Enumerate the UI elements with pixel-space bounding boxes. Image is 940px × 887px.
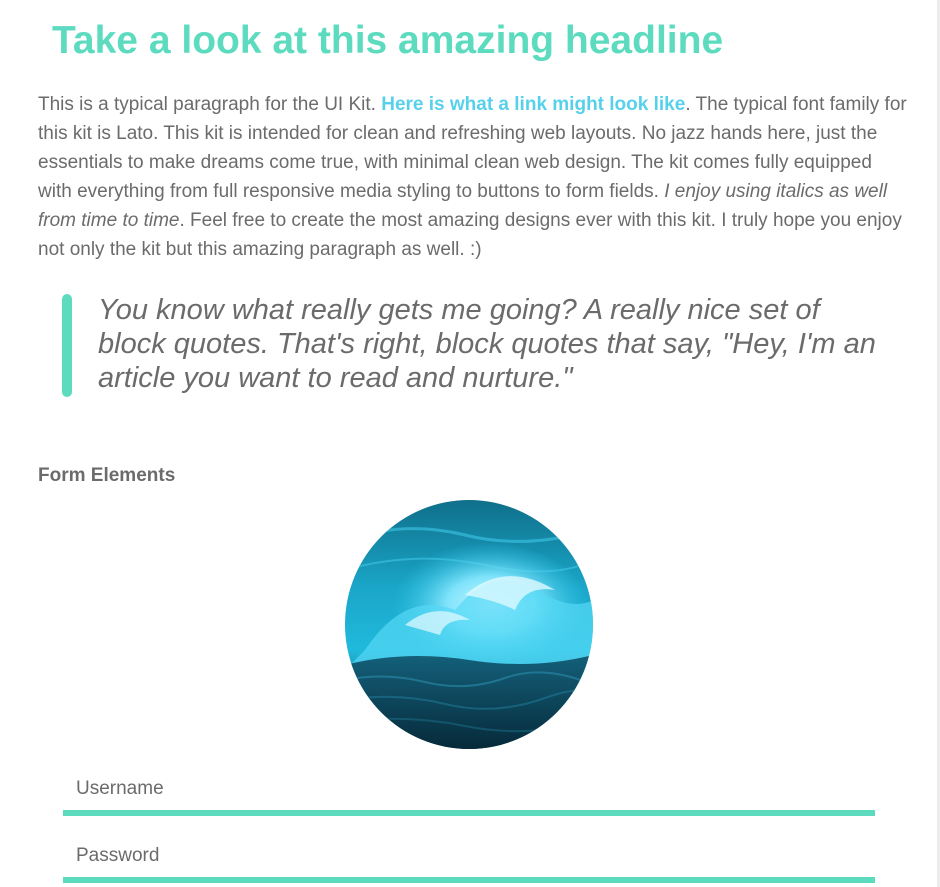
ocean-wave-image xyxy=(345,500,593,749)
sample-link[interactable]: Here is what a link might look like xyxy=(381,94,685,115)
blockquote-accent-bar xyxy=(62,294,72,397)
form-section-label: Form Elements xyxy=(38,465,176,486)
page-headline: Take a look at this amazing headline xyxy=(52,19,724,62)
username-field[interactable] xyxy=(63,768,875,816)
blockquote: You know what really gets me going? A re… xyxy=(98,294,876,394)
intro-paragraph: This is a typical paragraph for the UI K… xyxy=(38,90,908,264)
password-field[interactable] xyxy=(63,835,875,883)
paragraph-intro-text: This is a typical paragraph for the UI K… xyxy=(38,94,382,115)
